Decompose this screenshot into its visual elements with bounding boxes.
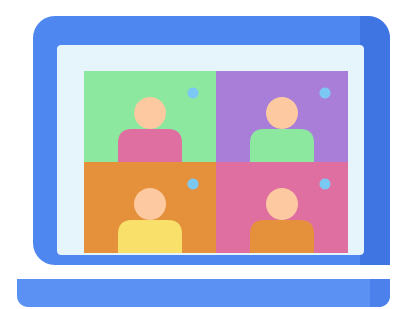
participant-tile-top-right xyxy=(216,71,348,162)
status-dot-icon xyxy=(319,178,331,190)
video-conference-laptop-icon xyxy=(17,16,390,307)
participant-shirt xyxy=(250,220,314,253)
participant-tile-bottom-right xyxy=(216,162,348,253)
participant-head xyxy=(134,97,166,129)
participant-tile-bottom-left xyxy=(84,162,216,253)
participant-head xyxy=(266,188,298,220)
participant-head xyxy=(134,188,166,220)
participant-grid xyxy=(84,71,348,253)
video-call-illustration xyxy=(0,0,407,309)
participant-tile-top-left xyxy=(84,71,216,162)
participant-shirt xyxy=(118,220,182,253)
status-dot-icon xyxy=(187,178,199,190)
laptop-base-shade xyxy=(370,279,390,307)
participant-shirt xyxy=(250,129,314,162)
status-dot-icon xyxy=(319,87,331,99)
participant-shirt xyxy=(118,129,182,162)
status-dot-icon xyxy=(187,87,199,99)
laptop-base xyxy=(17,279,390,307)
laptop-lid-shade xyxy=(360,16,390,265)
participant-head xyxy=(266,97,298,129)
